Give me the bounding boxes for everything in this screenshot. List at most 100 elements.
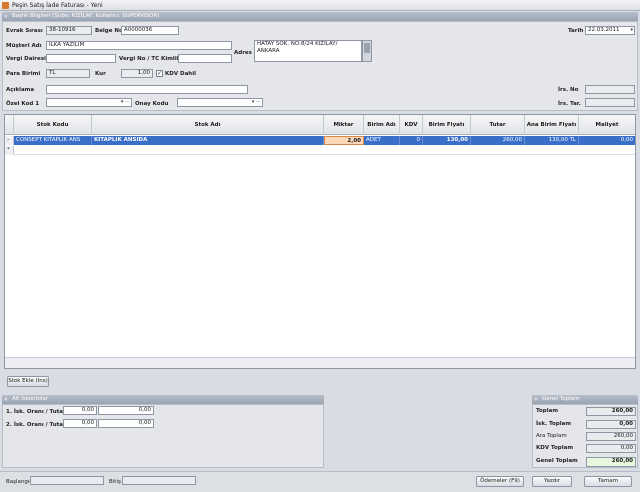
- cell-birim-adi[interactable]: ADET: [364, 136, 400, 145]
- kur-field[interactable]: 1,00: [121, 69, 153, 78]
- ara-toplam-field[interactable]: 260,00: [586, 432, 636, 441]
- cell-stok-adi[interactable]: KITAPLIK ANSIDA: [92, 136, 324, 145]
- collapse-chevron-icon[interactable]: «: [534, 395, 538, 404]
- new-row[interactable]: *: [5, 146, 635, 155]
- genel-toplam-row: Genel Toplam 260,00: [534, 456, 637, 467]
- column-header-ana-birim-fiyati[interactable]: Ana Birim Fiyatı: [525, 115, 579, 135]
- column-header-birim-fiyati[interactable]: Birim Fiyatı: [423, 115, 471, 135]
- cell-maliyet[interactable]: 0,00: [579, 136, 635, 145]
- ara-toplam-label: Ara Toplam: [536, 433, 567, 439]
- column-header-kdv[interactable]: KDV: [400, 115, 423, 135]
- window-title: Peşin Satış İade Faturası - Yeni: [12, 2, 103, 9]
- adres-scrollbar[interactable]: [362, 40, 372, 62]
- tarih-field[interactable]: 22.03.2011 ▾: [585, 26, 635, 35]
- stok-ekle-button[interactable]: Stok Ekle (Ins): [7, 376, 49, 387]
- adres-field[interactable]: HATAY SOK. NO:8/24 KIZILAY/ ANKARA: [254, 40, 362, 62]
- column-header-stok-adi[interactable]: Stok Adı: [92, 115, 324, 135]
- column-header-stok-kodu[interactable]: Stok Kodu: [14, 115, 92, 135]
- musteri-adi-field[interactable]: İLKA YAZILIM: [46, 41, 232, 50]
- cell-ana-birim-fiyati[interactable]: 130,00 TL: [525, 136, 579, 145]
- isk-toplam-row: İsk. Toplam 0,00: [534, 419, 637, 430]
- ozel-kod-field[interactable]: ▾ ⋯: [46, 98, 132, 107]
- isk1-tutar-field[interactable]: 0,00: [98, 406, 154, 415]
- column-header-birim-adi[interactable]: Birim Adı: [364, 115, 400, 135]
- irs-tar-label: İrs. Tar.: [558, 101, 581, 107]
- evrak-sirasi-label: Evrak Sırası: [6, 28, 43, 34]
- table-row[interactable]: › CONSEPT KITAPLIK ANS KITAPLIK ANSIDA 2…: [5, 136, 635, 145]
- kdv-dahil-label: KDV Dahil: [165, 71, 196, 77]
- ara-toplam-row: Ara Toplam 260,00: [534, 431, 637, 442]
- vergi-dairesi-label: Vergi Dairesi: [6, 56, 46, 62]
- alt-iskontolar-bar[interactable]: « Alt İskontolar: [2, 395, 324, 404]
- belge-no-label: Belge No: [95, 28, 123, 34]
- isk2-tutar-field[interactable]: 0,00: [98, 419, 154, 428]
- new-row-indicator: *: [5, 146, 14, 155]
- vergi-no-field[interactable]: [178, 54, 232, 63]
- kdv-toplam-row: KDV Toplam 0,00: [534, 443, 637, 454]
- scrollbar-thumb[interactable]: [364, 43, 370, 53]
- kdv-dahil-checkbox[interactable]: ✓: [156, 70, 163, 77]
- lookup-dropdown-icon[interactable]: ▾ ⋯: [252, 99, 261, 106]
- toplam-row: Toplam 260,00: [534, 406, 637, 417]
- header-group-bar[interactable]: « Başlık Bilgileri [Şube: KIZILAY, Kulla…: [2, 12, 638, 21]
- irs-tar-field[interactable]: [585, 98, 635, 107]
- alt-iskontolar-title: Alt İskontolar: [12, 396, 49, 402]
- app-icon: [2, 2, 9, 9]
- cell-kdv[interactable]: 0: [400, 136, 423, 145]
- window-title-bar: Peşin Satış İade Faturası - Yeni: [0, 0, 640, 11]
- kur-label: Kur: [95, 71, 106, 77]
- collapse-chevron-icon[interactable]: «: [4, 12, 8, 21]
- para-birimi-label: Para Birimi: [6, 71, 41, 77]
- irs-no-field[interactable]: [585, 85, 635, 94]
- cell-birim-fiyati[interactable]: 130,00: [423, 136, 471, 145]
- grid-header: Stok Kodu Stok Adı Miktar Birim Adı KDV …: [5, 115, 635, 135]
- column-header-miktar[interactable]: Miktar: [324, 115, 364, 135]
- genel-toplam-label: Genel Toplam: [536, 458, 578, 464]
- tarih-label: Tarih: [568, 28, 584, 34]
- irs-no-label: İrs. No: [558, 87, 579, 93]
- tamam-button[interactable]: Tamam: [584, 476, 632, 487]
- evrak-sirasi-field[interactable]: 38-10916: [46, 26, 92, 35]
- onay-kodu-label: Onay Kodu: [135, 101, 169, 107]
- cell-stok-kodu[interactable]: CONSEPT KITAPLIK ANS: [14, 136, 92, 145]
- para-birimi-field[interactable]: TL: [46, 69, 90, 78]
- onay-kodu-field[interactable]: ▾ ⋯: [177, 98, 263, 107]
- genel-toplam-field[interactable]: 260,00: [586, 457, 636, 467]
- bitis-label: Bitiş: [109, 479, 121, 485]
- grid-indicator-header: [5, 115, 14, 135]
- cell-miktar[interactable]: 2,00: [324, 136, 364, 145]
- column-header-tutar[interactable]: Tutar: [471, 115, 525, 135]
- baslangic-label: Başlangıç: [6, 479, 33, 485]
- genel-toplam-bar[interactable]: « Genel Toplam: [532, 395, 638, 404]
- toplam-field[interactable]: 260,00: [586, 407, 636, 416]
- isk2-label: 2. İsk. Oranı / Tutarı: [6, 422, 68, 428]
- tarih-value: 22.03.2011: [588, 27, 620, 33]
- lookup-dropdown-icon[interactable]: ▾ ⋯: [121, 99, 130, 106]
- grid-footer-bar: [5, 357, 635, 368]
- isk1-label: 1. İsk. Oranı / Tutarı: [6, 409, 68, 415]
- adres-label: Adres: [234, 50, 252, 56]
- isk2-oran-field[interactable]: 0,00: [63, 419, 97, 428]
- baslangic-field[interactable]: [30, 476, 104, 485]
- collapse-chevron-icon[interactable]: «: [4, 395, 8, 404]
- stock-grid[interactable]: Stok Kodu Stok Adı Miktar Birim Adı KDV …: [4, 114, 636, 369]
- yazdir-button[interactable]: Yazdır: [532, 476, 572, 487]
- cell-tutar[interactable]: 260,00: [471, 136, 525, 145]
- aciklama-field[interactable]: [46, 85, 248, 94]
- odemeler-button[interactable]: Ödemeler (F9): [476, 476, 524, 487]
- ozel-kod-label: Özel Kod 1: [6, 101, 40, 107]
- header-group-title: Başlık Bilgileri [Şube: KIZILAY, Kullanı…: [12, 13, 160, 19]
- musteri-adi-label: Müşteri Adı: [6, 43, 42, 49]
- isk-toplam-field[interactable]: 0,00: [586, 420, 636, 429]
- belge-no-field[interactable]: A0000036: [121, 26, 179, 35]
- kdv-toplam-field[interactable]: 0,00: [586, 444, 636, 453]
- kdv-toplam-label: KDV Toplam: [536, 445, 574, 451]
- bitis-field[interactable]: [122, 476, 196, 485]
- genel-toplam-title: Genel Toplam: [542, 396, 580, 402]
- isk1-oran-field[interactable]: 0,00: [63, 406, 97, 415]
- vergi-no-label: Vergi No / TC Kimlik: [119, 56, 181, 62]
- vergi-dairesi-field[interactable]: [46, 54, 116, 63]
- chevron-down-icon[interactable]: ▾: [630, 27, 633, 34]
- toplam-label: Toplam: [536, 408, 559, 414]
- column-header-maliyet[interactable]: Maliyet: [579, 115, 635, 135]
